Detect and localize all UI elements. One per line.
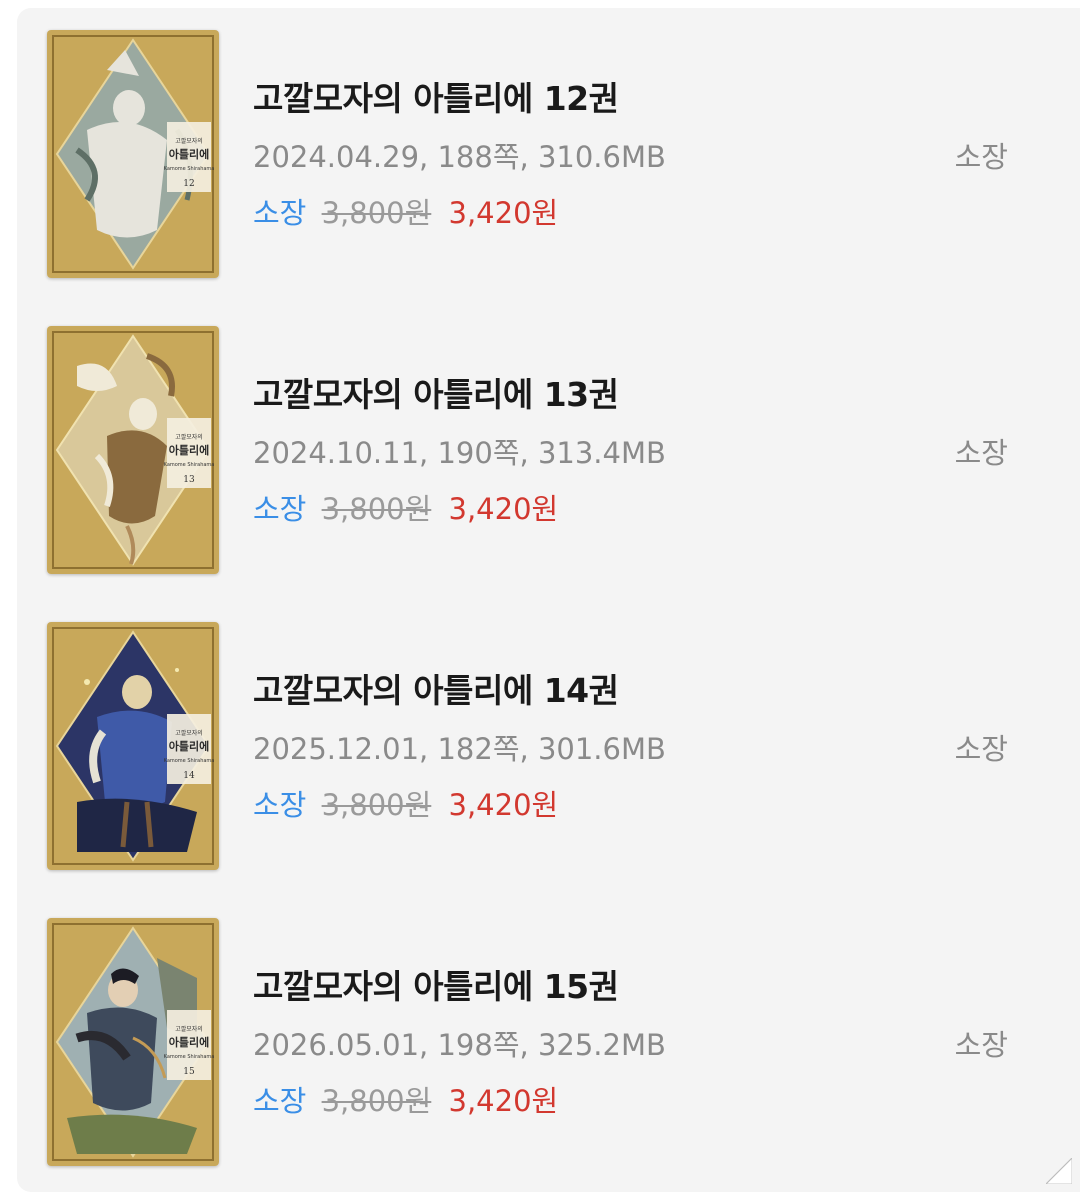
sale-price: 3,420원	[448, 1084, 559, 1118]
page-fold-icon	[1046, 1158, 1072, 1184]
book-cover[interactable]: 고깔모자의 아틀리에 Kamome Shirahama 14	[47, 622, 219, 870]
book-title[interactable]: 고깔모자의 아틀리에 14권	[253, 664, 619, 712]
book-list-panel: 고깔모자의 아틀리에 Kamome Shirahama 12 고깔모자의 아틀리…	[17, 8, 1080, 1192]
book-meta: 2026.05.01, 198쪽, 325.2MB	[253, 1028, 666, 1062]
own-button[interactable]: 소장	[955, 1022, 1008, 1064]
own-button[interactable]: 소장	[955, 726, 1008, 768]
book-item[interactable]: 고깔모자의 아틀리에 Kamome Shirahama 14 고깔모자의 아틀리…	[17, 600, 1080, 896]
price-label: 소장	[253, 788, 307, 822]
book-item[interactable]: 고깔모자의 아틀리에 Kamome Shirahama 13 고깔모자의 아틀리…	[17, 304, 1080, 600]
svg-text:고깔모자의: 고깔모자의	[175, 729, 203, 737]
original-price: 3,800원	[321, 1084, 432, 1118]
svg-text:고깔모자의: 고깔모자의	[175, 137, 203, 145]
cover-author-text: Kamome Shirahama	[164, 758, 215, 764]
own-button[interactable]: 소장	[955, 134, 1008, 176]
original-price: 3,800원	[321, 788, 432, 822]
cover-illustration: 고깔모자의 아틀리에 Kamome Shirahama 14	[47, 622, 219, 870]
cover-title-text: 아틀리에	[169, 443, 209, 457]
price-label: 소장	[253, 1084, 307, 1118]
book-meta: 2024.10.11, 190쪽, 313.4MB	[253, 436, 666, 470]
book-meta: 2024.04.29, 188쪽, 310.6MB	[253, 140, 666, 174]
book-cover[interactable]: 고깔모자의 아틀리에 Kamome Shirahama 15	[47, 918, 219, 1166]
cover-volume-text: 15	[183, 1067, 195, 1077]
book-item[interactable]: 고깔모자의 아틀리에 Kamome Shirahama 15 고깔모자의 아틀리…	[17, 896, 1080, 1192]
cover-author-text: Kamome Shirahama	[164, 462, 215, 468]
sale-price: 3,420원	[448, 492, 559, 526]
original-price: 3,800원	[321, 196, 432, 230]
own-button[interactable]: 소장	[955, 430, 1008, 472]
sale-price: 3,420원	[448, 196, 559, 230]
cover-illustration: 고깔모자의 아틀리에 Kamome Shirahama 12	[47, 30, 219, 278]
cover-volume-text: 13	[183, 475, 195, 485]
price-label: 소장	[253, 492, 307, 526]
cover-author-text: Kamome Shirahama	[164, 166, 215, 172]
svg-text:고깔모자의: 고깔모자의	[175, 1025, 203, 1033]
svg-text:고깔모자의: 고깔모자의	[175, 433, 203, 441]
book-title[interactable]: 고깔모자의 아틀리에 15권	[253, 960, 619, 1008]
price-line: 소장 3,800원 3,420원	[253, 1078, 558, 1120]
price-line: 소장 3,800원 3,420원	[253, 190, 558, 232]
price-line: 소장 3,800원 3,420원	[253, 486, 558, 528]
cover-illustration: 고깔모자의 아틀리에 Kamome Shirahama 13	[47, 326, 219, 574]
sale-price: 3,420원	[448, 788, 559, 822]
cover-title-text: 아틀리에	[169, 1035, 209, 1049]
cover-illustration: 고깔모자의 아틀리에 Kamome Shirahama 15	[47, 918, 219, 1166]
price-line: 소장 3,800원 3,420원	[253, 782, 558, 824]
cover-title-text: 아틀리에	[169, 147, 209, 161]
book-cover[interactable]: 고깔모자의 아틀리에 Kamome Shirahama 13	[47, 326, 219, 574]
cover-author-text: Kamome Shirahama	[164, 1054, 215, 1060]
cover-volume-text: 14	[183, 771, 195, 781]
original-price: 3,800원	[321, 492, 432, 526]
book-title[interactable]: 고깔모자의 아틀리에 12권	[253, 72, 619, 120]
cover-volume-text: 12	[183, 179, 194, 189]
cover-title-text: 아틀리에	[169, 739, 209, 753]
price-label: 소장	[253, 196, 307, 230]
book-meta: 2025.12.01, 182쪽, 301.6MB	[253, 732, 666, 766]
book-item[interactable]: 고깔모자의 아틀리에 Kamome Shirahama 12 고깔모자의 아틀리…	[17, 8, 1080, 304]
book-title[interactable]: 고깔모자의 아틀리에 13권	[253, 368, 619, 416]
book-cover[interactable]: 고깔모자의 아틀리에 Kamome Shirahama 12	[47, 30, 219, 278]
